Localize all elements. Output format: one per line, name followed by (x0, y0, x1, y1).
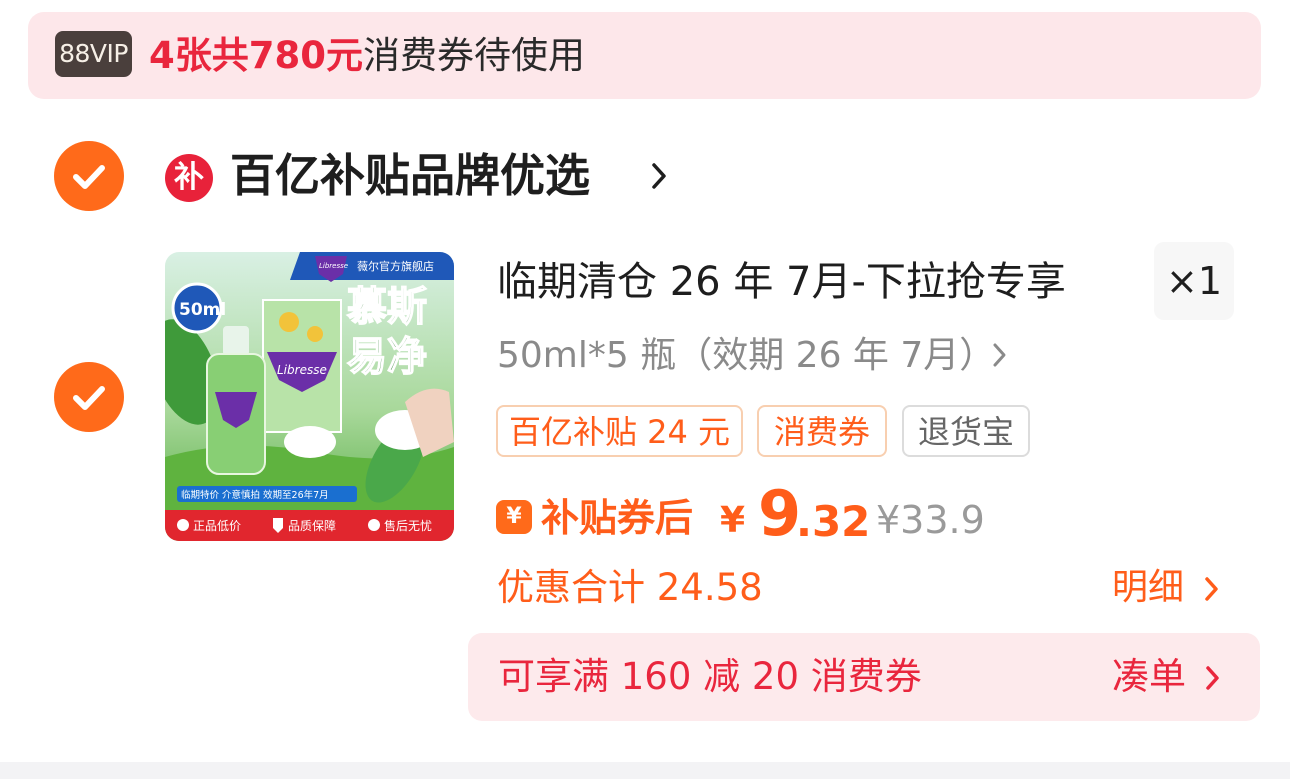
coupon-threshold-text: 可享满 160 减 20 消费券 (498, 655, 922, 698)
coupon-tag: 消费券 (757, 405, 887, 457)
return-insurance-tag: 退货宝 (902, 405, 1030, 457)
product-spec-selector[interactable]: 50ml*5 瓶（效期 26 年 7月） (497, 330, 995, 382)
discount-detail-link[interactable]: 明细 (1112, 562, 1184, 614)
quantity-selector[interactable]: ×1 (1154, 242, 1234, 320)
vip-coupon-banner[interactable]: 88VIP 4张共780元消费券待使用 (28, 12, 1261, 99)
chevron-right-icon[interactable] (1204, 664, 1222, 692)
vip-coupon-mid: 张共 (174, 34, 249, 77)
checkmark-icon (73, 165, 105, 189)
subsidy-tag: 百亿补贴 24 元 (496, 405, 743, 457)
discount-total: 优惠合计 24.58 (497, 566, 763, 609)
price-currency: ¥ (720, 500, 746, 541)
shop-name-link[interactable]: 百亿补贴品牌优选 (230, 146, 590, 206)
product-photo: 薇尔官方旗舰店 Libresse 50ml Libresse 慕斯 易净 临期特… (165, 252, 454, 541)
image-bottom-3: 售后无忧 (384, 518, 432, 533)
coupon-threshold-bar[interactable]: 可享满 160 减 20 消费券 凑单 (468, 633, 1260, 721)
vip-coupon-unit: 元 (325, 34, 363, 77)
vip-badge: 88VIP (55, 31, 132, 77)
chevron-right-icon[interactable] (992, 342, 1008, 368)
vip-coupon-tail: 消费券待使用 (362, 34, 585, 77)
chevron-right-icon[interactable] (1203, 575, 1221, 603)
checkmark-icon (73, 386, 105, 410)
vip-coupon-text: 4张共780元消费券待使用 (149, 31, 585, 81)
vip-coupon-amount: 780 (248, 34, 326, 77)
after-subsidy-label: 补贴券后 (541, 496, 694, 540)
image-bottom-1: 正品低价 (193, 519, 241, 533)
cart-page: 88VIP 4张共780元消费券待使用 补 百亿补贴品牌优选 薇尔官方旗舰店 L… (0, 0, 1290, 779)
image-logo-small: Libresse (319, 262, 348, 270)
section-divider (0, 762, 1290, 779)
image-notice: 临期特价 介意慎拍 效期至26年7月 (181, 489, 329, 501)
original-price: ¥33.9 (876, 498, 985, 542)
coupon-ticket-icon: ¥ (496, 500, 532, 534)
image-volume: 50ml (179, 300, 226, 320)
item-select-checkbox[interactable] (54, 362, 124, 432)
product-title[interactable]: 临期清仓 26 年 7月-下拉抢专享 (497, 252, 1066, 312)
product-image[interactable]: 薇尔官方旗舰店 Libresse 50ml Libresse 慕斯 易净 临期特… (165, 252, 454, 541)
price-integer: 9 (758, 477, 802, 550)
vip-coupon-count: 4 (149, 34, 175, 77)
price-decimal: .32 (796, 497, 871, 546)
image-headline-2: 易净 (347, 334, 427, 380)
image-headline-1: 慕斯 (347, 284, 427, 330)
image-bottom-2: 品质保障 (288, 518, 336, 533)
image-store-text: 薇尔官方旗舰店 (357, 259, 434, 273)
shop-select-checkbox[interactable] (54, 141, 124, 211)
chevron-right-icon[interactable] (650, 161, 668, 191)
add-items-link[interactable]: 凑单 (1112, 651, 1186, 703)
image-logo: Libresse (277, 363, 327, 377)
subsidy-badge-icon: 补 (165, 154, 213, 202)
